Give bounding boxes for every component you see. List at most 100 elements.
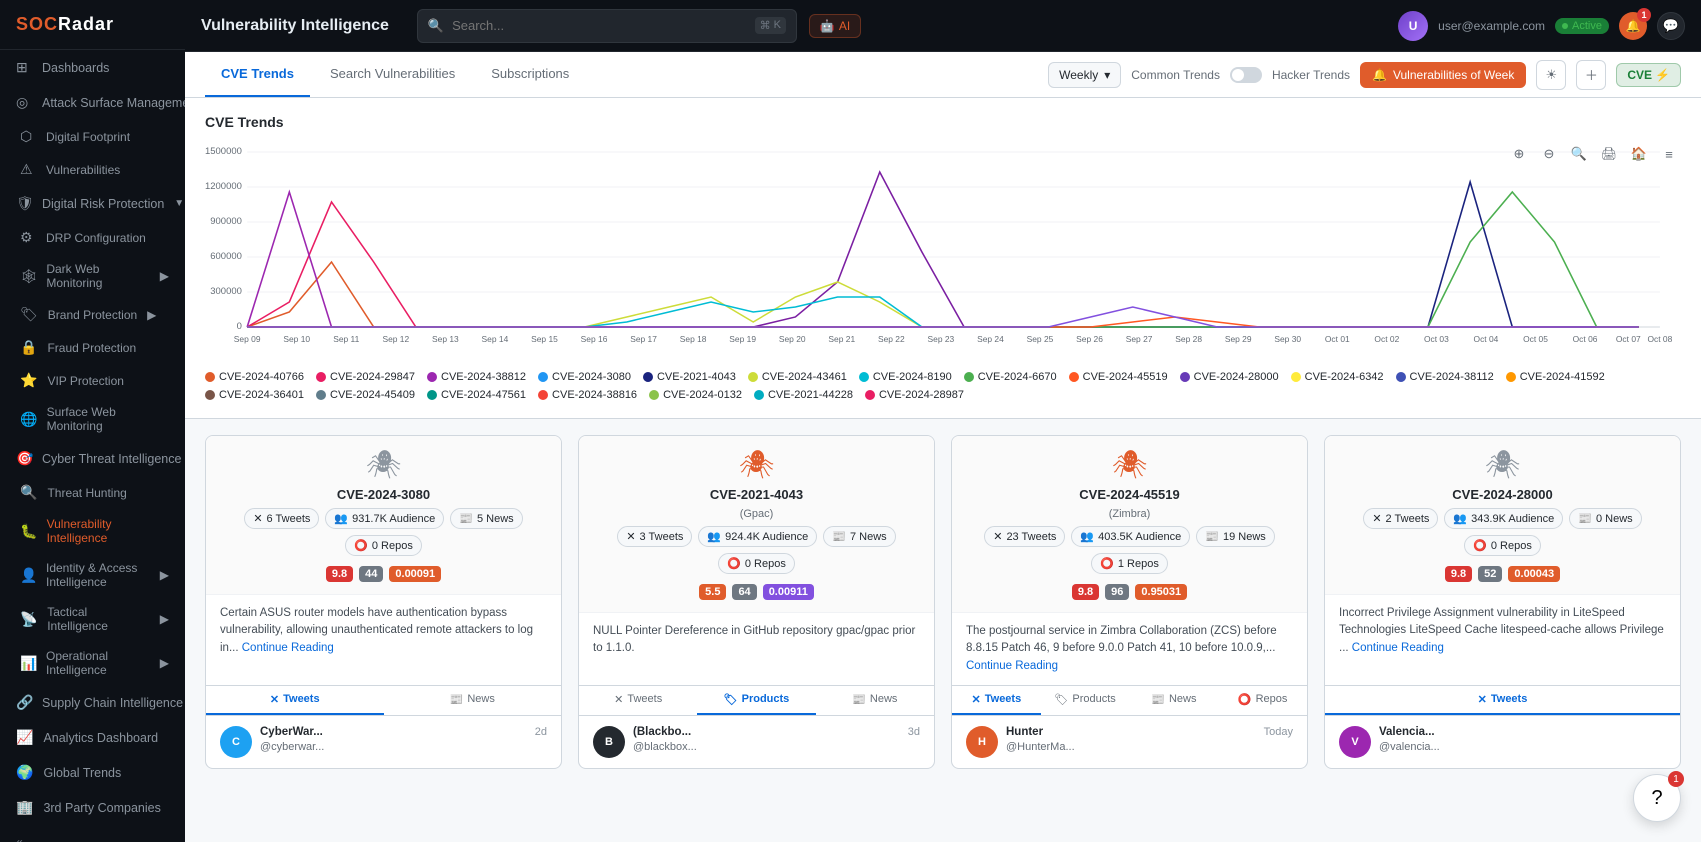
menu-chart-icon[interactable]: ≡ (1657, 142, 1681, 166)
sun-icon-button[interactable]: ☀ (1536, 60, 1566, 90)
card-tab-tweets-1[interactable]: ✕ Tweets (206, 686, 384, 715)
sidebar-item-analytics[interactable]: 📈 Analytics Dashboard (0, 720, 185, 755)
legend-cve-2021-4043[interactable]: CVE-2021-4043 (643, 371, 736, 383)
ai-button[interactable]: 🤖 AI (809, 14, 861, 38)
common-trends-toggle-label: Common Trends (1131, 68, 1220, 82)
score3-4: 0.00043 (1508, 566, 1560, 582)
hacker-trends-toggle[interactable] (1230, 67, 1262, 83)
repos-stat-1: ⭕ 0 Repos (345, 535, 422, 556)
read-more-3[interactable]: Continue Reading (966, 660, 1058, 672)
read-more-4[interactable]: Continue Reading (1352, 642, 1444, 654)
tweet-avatar-3: H (966, 726, 998, 758)
chart-container: ⊕ ⊖ 🔍 🖨 🏠 ≡ 1500000 1200000 900000 60000… (205, 142, 1681, 402)
tabs-bar: CVE Trends Search Vulnerabilities Subscr… (185, 52, 1701, 98)
cve-badge[interactable]: CVE ⚡ (1616, 63, 1681, 87)
legend-cve-2024-38112[interactable]: CVE-2024-38112 (1396, 371, 1494, 383)
sidebar-item-digital-footprint[interactable]: ⬡ Digital Footprint (0, 120, 185, 153)
legend-cve-2021-44228[interactable]: CVE-2021-44228 (754, 389, 853, 401)
legend-cve-2024-40766[interactable]: CVE-2024-40766 (205, 371, 304, 383)
tactical-intel-icon: 📡 (20, 611, 37, 628)
period-select[interactable]: Weekly ▾ (1048, 62, 1121, 88)
search-zoom-icon[interactable]: 🔍 (1567, 142, 1591, 166)
tweets-stat-1: ✕ 6 Tweets (244, 508, 319, 529)
sidebar-item-supply-chain[interactable]: 🔗 Supply Chain Intelligence ▼ (0, 685, 185, 720)
sidebar-item-surface-web[interactable]: 🌐 Surface Web Monitoring (0, 397, 185, 441)
legend-cve-2024-8190[interactable]: CVE-2024-8190 (859, 371, 952, 383)
sidebar-item-dashboards[interactable]: ⊞ Dashboards (0, 50, 185, 85)
sidebar-collapse-btn[interactable]: « (0, 825, 185, 842)
card-tab-tweets-2[interactable]: ✕ Tweets (579, 686, 697, 715)
home-chart-icon[interactable]: 🏠 (1627, 142, 1651, 166)
sidebar-item-threat-hunting[interactable]: 🔍 Threat Hunting (0, 476, 185, 509)
notification-button[interactable]: 🔔 1 (1619, 12, 1647, 40)
audience-stat-1: 👥 931.7K Audience (325, 508, 444, 529)
card-tab-news-3[interactable]: 📰 News (1130, 686, 1219, 715)
chat-button[interactable]: 💬 (1657, 12, 1685, 40)
legend-cve-2024-3080[interactable]: CVE-2024-3080 (538, 371, 631, 383)
card-tab-news-1[interactable]: 📰 News (384, 686, 562, 715)
save-chart-icon[interactable]: 🖨 (1597, 142, 1621, 166)
card-tab-news-2[interactable]: 📰 News (816, 686, 934, 715)
zoom-in-icon[interactable]: ⊕ (1507, 142, 1531, 166)
legend-cve-2024-36401[interactable]: CVE-2024-36401 (205, 389, 304, 401)
zoom-out-icon[interactable]: ⊖ (1537, 142, 1561, 166)
card-tab-products-3[interactable]: 🏷 Products (1041, 686, 1130, 715)
card-title-1: CVE-2024-3080 (337, 487, 430, 502)
tab-search-vulnerabilities[interactable]: Search Vulnerabilities (314, 52, 471, 97)
sidebar-item-identity-access[interactable]: 👤 Identity & Access Intelligence ▶ (0, 553, 185, 597)
legend-cve-2024-29847[interactable]: CVE-2024-29847 (316, 371, 415, 383)
sidebar-item-drp-config[interactable]: ⚙ DRP Configuration (0, 221, 185, 254)
card-tab-products-2[interactable]: 🏷 Products (697, 686, 815, 715)
plus-icon-button[interactable]: ＋ (1576, 60, 1606, 90)
read-more-1[interactable]: Continue Reading (242, 642, 334, 654)
audience-stat-4: 👥 343.9K Audience (1444, 508, 1563, 529)
sidebar-item-brand-protection[interactable]: 🏷 Brand Protection ▶ (0, 298, 185, 331)
tab-subscriptions[interactable]: Subscriptions (475, 52, 585, 97)
svg-text:Oct 06: Oct 06 (1573, 335, 1598, 344)
sidebar-item-digital-risk[interactable]: 🛡 Digital Risk Protection ▼ (0, 186, 185, 221)
sidebar-item-vip-protection[interactable]: ⭐ VIP Protection (0, 364, 185, 397)
sidebar-item-global-trends[interactable]: 🌍 Global Trends (0, 755, 185, 790)
legend-cve-2024-47561[interactable]: CVE-2024-47561 (427, 389, 526, 401)
legend-cve-2024-28000[interactable]: CVE-2024-28000 (1180, 371, 1279, 383)
sidebar-item-third-party[interactable]: 🏢 3rd Party Companies (0, 790, 185, 825)
cve-card-2024-45519: 🕷 CVE-2024-45519 (Zimbra) ✕ 23 Tweets 👥 … (951, 435, 1308, 769)
search-input[interactable] (452, 18, 746, 33)
svg-text:Sep 12: Sep 12 (382, 335, 409, 344)
search-bar[interactable]: 🔍 ⌘ K (417, 9, 797, 43)
cyber-threat-icon: 🎯 (16, 450, 32, 467)
sidebar-item-vulnerability-intel[interactable]: 🐛 Vulnerability Intelligence (0, 509, 185, 553)
card-tab-tweets-4[interactable]: ✕ Tweets (1325, 686, 1680, 715)
legend-cve-2024-43461[interactable]: CVE-2024-43461 (748, 371, 847, 383)
sidebar-item-operational-intel[interactable]: 📊 Operational Intelligence ▶ (0, 641, 185, 685)
legend-cve-2024-45409[interactable]: CVE-2024-45409 (316, 389, 415, 401)
svg-text:600000: 600000 (210, 251, 242, 261)
svg-text:Sep 11: Sep 11 (333, 335, 360, 344)
sidebar-logo: SOCRadar (0, 0, 185, 50)
audience-stat-2: 👥 924.4K Audience (698, 526, 817, 547)
sidebar-item-dark-web[interactable]: 🕸 Dark Web Monitoring ▶ (0, 254, 185, 298)
vulnerabilities-of-week-button[interactable]: 🔔 Vulnerabilities of Week (1360, 62, 1526, 88)
card-tab-tweets-3[interactable]: ✕ Tweets (952, 686, 1041, 715)
legend-cve-2024-6342[interactable]: CVE-2024-6342 (1291, 371, 1384, 383)
card-tab-repos-3[interactable]: ⭕ Repos (1218, 686, 1307, 715)
sidebar-item-vulnerabilities[interactable]: ⚠ Vulnerabilities (0, 153, 185, 186)
legend-cve-2024-38812[interactable]: CVE-2024-38812 (427, 371, 526, 383)
sidebar-item-tactical-intel[interactable]: 📡 Tactical Intelligence ▶ (0, 597, 185, 641)
x-icon-1: ✕ (253, 512, 262, 525)
tab-cve-trends[interactable]: CVE Trends (205, 52, 310, 97)
chat-float-button[interactable]: ? 1 (1633, 774, 1681, 822)
tweet-content-2: (Blackbo... 3d @blackbox... (633, 726, 920, 753)
digital-risk-icon: 🛡 (16, 195, 32, 212)
legend-cve-2024-6670[interactable]: CVE-2024-6670 (964, 371, 1057, 383)
legend-cve-2024-45519[interactable]: CVE-2024-45519 (1069, 371, 1168, 383)
score-row-2: 5.5 64 0.00911 (699, 580, 814, 604)
legend-cve-2024-0132[interactable]: CVE-2024-0132 (649, 389, 742, 401)
legend-cve-2024-41592[interactable]: CVE-2024-41592 (1506, 371, 1605, 383)
legend-cve-2024-38816[interactable]: CVE-2024-38816 (538, 389, 637, 401)
sidebar-item-cyber-threat[interactable]: 🎯 Cyber Threat Intelligence ▼ (0, 441, 185, 476)
legend-cve-2024-28987[interactable]: CVE-2024-28987 (865, 389, 964, 401)
sidebar-item-fraud-protection[interactable]: 🔒 Fraud Protection (0, 331, 185, 364)
chevron-down-icon-period: ▾ (1104, 68, 1110, 82)
sidebar-item-attack-surface[interactable]: ◎ Attack Surface Management ▶ (0, 85, 185, 120)
